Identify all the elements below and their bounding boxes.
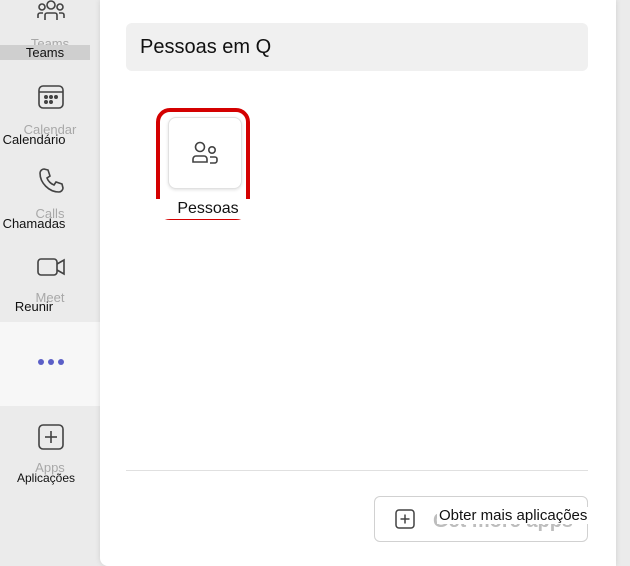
rail-item-meet-label: Reunir <box>14 299 54 314</box>
rail-item-apps[interactable]: Apps Aplicações <box>0 410 100 494</box>
footer-divider <box>126 470 588 471</box>
rail-item-teams-label: Teams <box>0 45 90 60</box>
rail-item-calendar-label: Calendário <box>2 132 66 147</box>
rail-item-apps-label: Aplicações <box>16 471 76 485</box>
rail-item-calls[interactable]: Calls Chamadas <box>0 154 100 238</box>
video-icon <box>36 252 66 282</box>
rail-item-meet[interactable]: Meet Reunir <box>0 238 100 322</box>
rail-item-teams[interactable]: Teams Teams <box>0 0 100 64</box>
more-dots-icon <box>38 359 64 365</box>
add-square-icon <box>36 422 66 452</box>
get-more-apps-button[interactable]: Get more apps Obter mais aplicações <box>374 496 590 542</box>
app-tile-people[interactable] <box>168 117 242 189</box>
calendar-icon <box>36 82 66 112</box>
add-square-icon <box>394 508 416 530</box>
people-team-icon <box>36 0 66 26</box>
apps-flyout-panel: Pessoas Get more apps Obter mais aplicaç… <box>100 0 616 566</box>
search-box[interactable] <box>126 23 588 71</box>
app-tile-people-label: Pessoas <box>156 199 260 219</box>
rail-item-calendar[interactable]: Calendar Calendário <box>0 70 100 154</box>
app-rail: Teams Teams Calendar Calendário Calls Ch… <box>0 0 100 566</box>
phone-icon <box>36 166 66 196</box>
search-input[interactable] <box>140 23 580 71</box>
rail-item-more[interactable] <box>0 322 100 406</box>
rail-item-calls-label: Chamadas <box>2 216 66 231</box>
get-more-apps-label: Obter mais aplicações <box>437 507 590 524</box>
people-icon <box>190 138 220 168</box>
